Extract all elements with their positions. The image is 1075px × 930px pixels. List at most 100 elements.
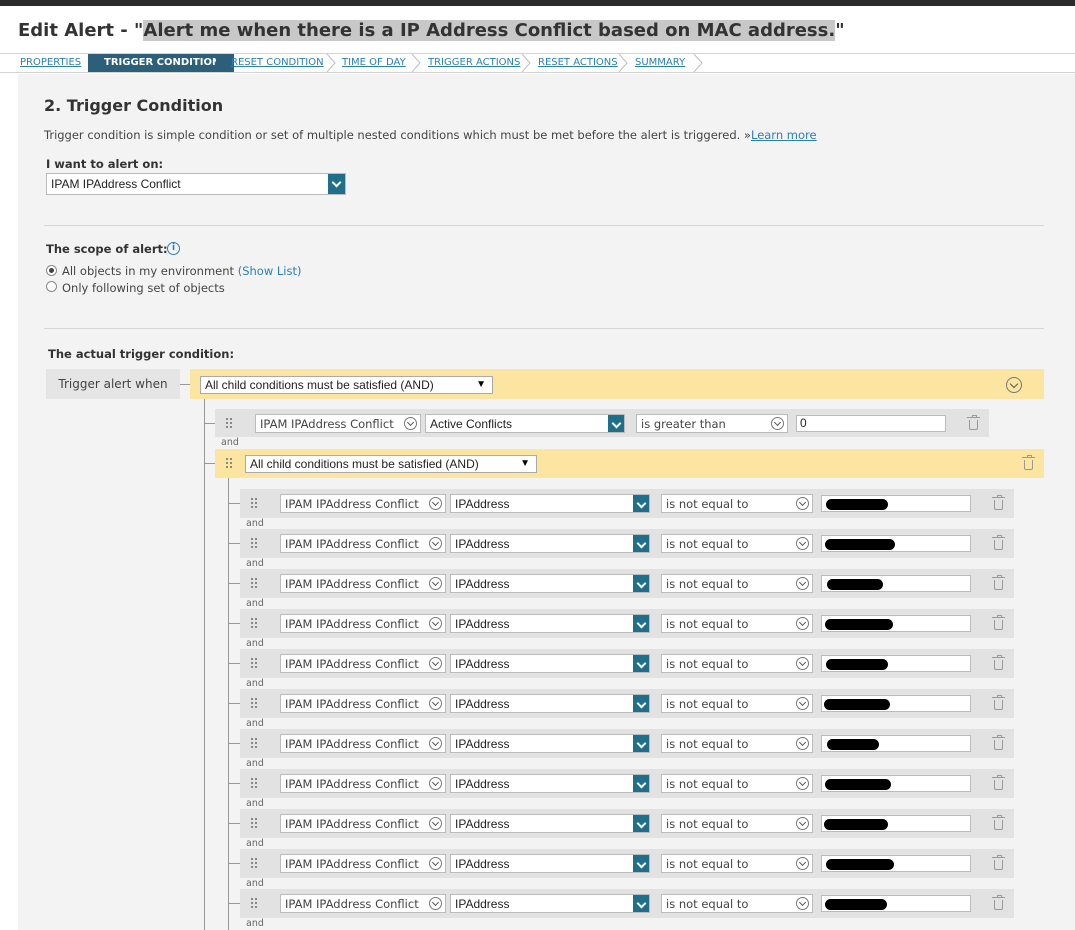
condition-operator-select[interactable]: is not equal to [661,494,813,513]
condition-object-select[interactable]: IPAM IPAddress Conflict [280,534,446,553]
chevron-down-icon[interactable] [633,575,649,592]
trash-icon[interactable] [992,735,1005,750]
condition-operator-select[interactable]: is not equal to [661,694,813,713]
trash-icon[interactable] [1022,455,1035,470]
condition-value-input[interactable] [821,815,971,832]
trash-icon[interactable] [992,695,1005,710]
condition-operator-select[interactable]: is not equal to [661,614,813,633]
trash-icon[interactable] [992,535,1005,550]
trash-icon[interactable] [992,855,1005,870]
condition-object-select[interactable]: IPAM IPAddress Conflict [280,694,446,713]
drag-handle-icon[interactable] [251,618,259,630]
condition-value-input[interactable] [821,735,971,752]
chevron-down-icon[interactable] [633,615,649,632]
chevron-down-icon[interactable] [633,815,649,832]
alert-on-select[interactable]: IPAM IPAddress Conflict [46,173,346,195]
condition-field-select[interactable]: IPAddress [450,894,650,913]
condition-operator-select[interactable]: is not equal to [661,774,813,793]
condition-object-select[interactable]: IPAM IPAddress Conflict [280,854,446,873]
drag-handle-icon[interactable] [251,538,259,550]
chevron-down-icon[interactable] [633,695,649,712]
condition-operator-select[interactable]: is not equal to [661,814,813,833]
condition-field-select[interactable]: IPAddress [450,494,650,513]
condition-value-input[interactable] [821,575,971,592]
condition-operator-select[interactable]: is not equal to [661,854,813,873]
drag-handle-icon[interactable] [251,578,259,590]
chevron-down-icon[interactable] [633,535,649,552]
step-trigger-condition[interactable]: TRIGGER CONDITION [88,54,235,72]
collapse-group-icon[interactable] [1006,377,1022,393]
drag-handle-icon[interactable] [251,778,259,790]
chevron-down-icon[interactable] [633,775,649,792]
condition-object-select[interactable]: IPAM IPAddress Conflict [280,774,446,793]
step-time-of-day[interactable]: TIME OF DAY [342,54,406,72]
step-reset-actions[interactable]: RESET ACTIONS [538,54,618,72]
drag-handle-icon[interactable] [251,738,259,750]
condition-field-select[interactable]: IPAddress [450,534,650,553]
top-group-select[interactable]: All child conditions must be satisfied (… [200,376,493,394]
condition-value-input[interactable] [821,655,971,672]
condition-operator-select[interactable]: is not equal to [661,734,813,753]
step-trigger-actions[interactable]: TRIGGER ACTIONS [428,54,520,72]
drag-handle-icon[interactable] [251,818,259,830]
step-reset-condition[interactable]: RESET CONDITION [231,54,324,72]
condition-object-select[interactable]: IPAM IPAddress Conflict [280,814,446,833]
condition-field-select[interactable]: IPAddress [450,854,650,873]
chevron-down-icon[interactable] [633,855,649,872]
condition-field-select[interactable]: IPAddress [450,774,650,793]
condition-operator-select[interactable]: is not equal to [661,534,813,553]
drag-handle-icon[interactable] [251,898,259,910]
condition-value-input[interactable] [821,855,971,872]
scope-following-radio[interactable] [46,281,57,292]
step-summary[interactable]: SUMMARY [635,54,685,72]
condition-operator-select[interactable]: is not equal to [661,654,813,673]
condition-object-select[interactable]: IPAM IPAddress Conflict [280,894,446,913]
condition-field-select[interactable]: IPAddress [450,694,650,713]
condition-value-input[interactable] [821,615,971,632]
condition-operator-select[interactable]: is not equal to [661,574,813,593]
condition-value-input[interactable] [821,495,971,512]
drag-handle-icon[interactable] [226,418,234,430]
condition-value-input[interactable] [821,895,971,912]
condition-value-input[interactable] [821,775,971,792]
condition-field-select[interactable]: IPAddress [450,654,650,673]
show-list-link[interactable]: (Show List) [238,264,302,278]
info-icon[interactable]: i [167,242,180,255]
condition-object-select[interactable]: IPAM IPAddress Conflict [280,614,446,633]
trash-icon[interactable] [992,895,1005,910]
chevron-down-icon[interactable] [608,415,624,432]
condition-value-input[interactable] [821,695,971,712]
condition-object-select[interactable]: IPAM IPAddress Conflict [280,574,446,593]
drag-handle-icon[interactable] [251,698,259,710]
condition-object-select[interactable]: IPAM IPAddress Conflict [280,734,446,753]
condition-field-select[interactable]: Active Conflicts [425,414,625,433]
condition-object-select[interactable]: IPAM IPAddress Conflict [280,494,446,513]
condition-operator-select[interactable]: is greater than [636,414,788,433]
trash-icon[interactable] [992,655,1005,670]
chevron-down-icon[interactable] [328,174,345,194]
condition-value-input[interactable]: 0 [796,415,946,432]
condition-field-select[interactable]: IPAddress [450,734,650,753]
nested-group-select[interactable]: All child conditions must be satisfied (… [245,455,537,473]
condition-field-select[interactable]: IPAddress [450,614,650,633]
chevron-down-icon[interactable] [633,735,649,752]
chevron-down-icon[interactable] [633,895,649,912]
scope-all-radio[interactable] [46,265,57,276]
drag-handle-icon[interactable] [251,658,259,670]
condition-object-select[interactable]: IPAM IPAddress Conflict [255,414,421,433]
condition-object-select[interactable]: IPAM IPAddress Conflict [280,654,446,673]
condition-field-select[interactable]: IPAddress [450,814,650,833]
trash-icon[interactable] [992,615,1005,630]
trash-icon[interactable] [992,775,1005,790]
drag-handle-icon[interactable] [226,458,234,470]
drag-handle-icon[interactable] [251,498,259,510]
trash-icon[interactable] [992,575,1005,590]
chevron-down-icon[interactable] [633,655,649,672]
drag-handle-icon[interactable] [251,858,259,870]
condition-value-input[interactable] [821,535,971,552]
condition-operator-select[interactable]: is not equal to [661,894,813,913]
trash-icon[interactable] [992,495,1005,510]
trash-icon[interactable] [992,815,1005,830]
trash-icon[interactable] [967,415,980,430]
condition-field-select[interactable]: IPAddress [450,574,650,593]
